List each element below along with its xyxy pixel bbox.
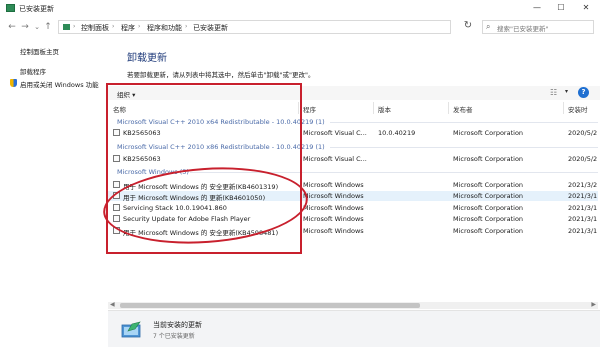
table-row-program: Microsoft Windows [303,192,364,200]
table-row-program: Microsoft Windows [303,181,364,189]
breadcrumb-programs-and-features[interactable]: 程序和功能 [147,23,182,33]
up-arrow-icon[interactable]: ↑ [42,20,54,34]
table-row-publisher: Microsoft Corporation [453,192,524,200]
address-box[interactable]: › 控制面板 › 程序 › 程序和功能 › 已安装更新 ⌄ [58,20,501,34]
scroll-left-icon[interactable]: ◀ [110,301,115,308]
details-pane: 当前安装的更新 7 个已安装更新 [108,310,600,347]
crumb-separator-icon: › [73,23,76,30]
column-header-installed-on[interactable]: 安装时 [568,104,588,114]
table-row-program: Microsoft Windows [303,215,364,223]
table-row-version: 10.0.40219 [378,129,416,137]
breadcrumb-programs[interactable]: 程序 [121,23,135,33]
status-count: 7 个已安装更新 [153,333,195,340]
breadcrumb-control-panel[interactable]: 控制面板 [81,23,109,33]
back-arrow-icon[interactable]: ← [6,20,18,34]
crumb-separator-icon: › [112,23,115,30]
column-header-program[interactable]: 程序 [303,104,316,114]
title-bar: 已安装更新 — ☐ ✕ [0,0,600,16]
column-divider[interactable] [563,102,564,114]
sidebar: 控制面板主页 卸载程序 启用或关闭 Windows 功能 [0,38,106,318]
table-row-program: Microsoft Visual C... [303,155,367,163]
table-row-publisher: Microsoft Corporation [453,155,524,163]
column-header-version[interactable]: 版本 [378,104,391,114]
table-row-publisher: Microsoft Corporation [453,227,524,235]
minimize-button[interactable]: — [526,2,548,14]
table-row-installed: 2020/5/2 [568,129,598,137]
sidebar-item-control-panel-home[interactable]: 控制面板主页 [20,46,59,56]
crumb-separator-icon: › [185,23,188,30]
table-row-program: Microsoft Windows [303,227,364,235]
group-divider-line [330,122,598,123]
window-title: 已安装更新 [19,5,54,13]
scroll-right-icon[interactable]: ▶ [591,301,596,308]
page-description: 若要卸载更新，请从列表中将其选中，然后单击"卸载"或"更改"。 [127,71,315,79]
horizontal-scrollbar[interactable]: ◀ ▶ [108,301,598,309]
close-button[interactable]: ✕ [575,2,597,14]
status-title: 当前安装的更新 [153,321,202,329]
sidebar-item-windows-features[interactable]: 启用或关闭 Windows 功能 [20,79,99,89]
refresh-icon[interactable]: ↻ [462,19,474,33]
column-divider[interactable] [448,102,449,114]
search-placeholder: 搜索"已安装更新" [497,25,549,33]
address-bar: ← → ⌄ ↑ › 控制面板 › 程序 › 程序和功能 › 已安装更新 ⌄ ↻ … [0,16,600,38]
table-row-installed: 2021/3/1 [568,192,598,200]
table-row-publisher: Microsoft Corporation [453,129,524,137]
breadcrumb-installed-updates[interactable]: 已安装更新 [193,23,228,33]
search-input[interactable]: ⌕ 搜索"已安装更新" [482,20,594,34]
crumb-separator-icon: › [138,23,141,30]
table-row-installed: 2020/5/2 [568,155,598,163]
control-panel-icon [6,4,15,12]
column-header-publisher[interactable]: 发布者 [453,104,473,114]
group-divider-line [330,147,598,148]
column-divider[interactable] [373,102,374,114]
help-icon[interactable]: ? [578,87,589,98]
table-row-installed: 2021/3/2 [568,181,598,189]
table-row-publisher: Microsoft Corporation [453,181,524,189]
table-row-installed: 2021/3/1 [568,204,598,212]
table-row-publisher: Microsoft Corporation [453,204,524,212]
maximize-button[interactable]: ☐ [550,2,572,14]
table-row-program: Microsoft Visual C... [303,129,367,137]
installed-updates-icon [121,321,141,338]
sidebar-item-uninstall-program[interactable]: 卸载程序 [20,66,46,76]
table-row-installed: 2021/3/1 [568,227,598,235]
table-row-publisher: Microsoft Corporation [453,215,524,223]
table-row-program: Microsoft Windows [303,204,364,212]
scrollbar-thumb[interactable] [120,303,420,308]
view-dropdown-icon[interactable]: ▾ [565,88,568,95]
forward-arrow-icon[interactable]: → [19,20,31,34]
page-title: 卸载更新 [127,53,167,64]
control-panel-small-icon [63,24,70,30]
view-options-icon[interactable]: ☷ [550,88,557,97]
search-icon: ⌕ [486,22,491,31]
shield-icon [10,79,17,87]
table-row-installed: 2021/3/1 [568,215,598,223]
